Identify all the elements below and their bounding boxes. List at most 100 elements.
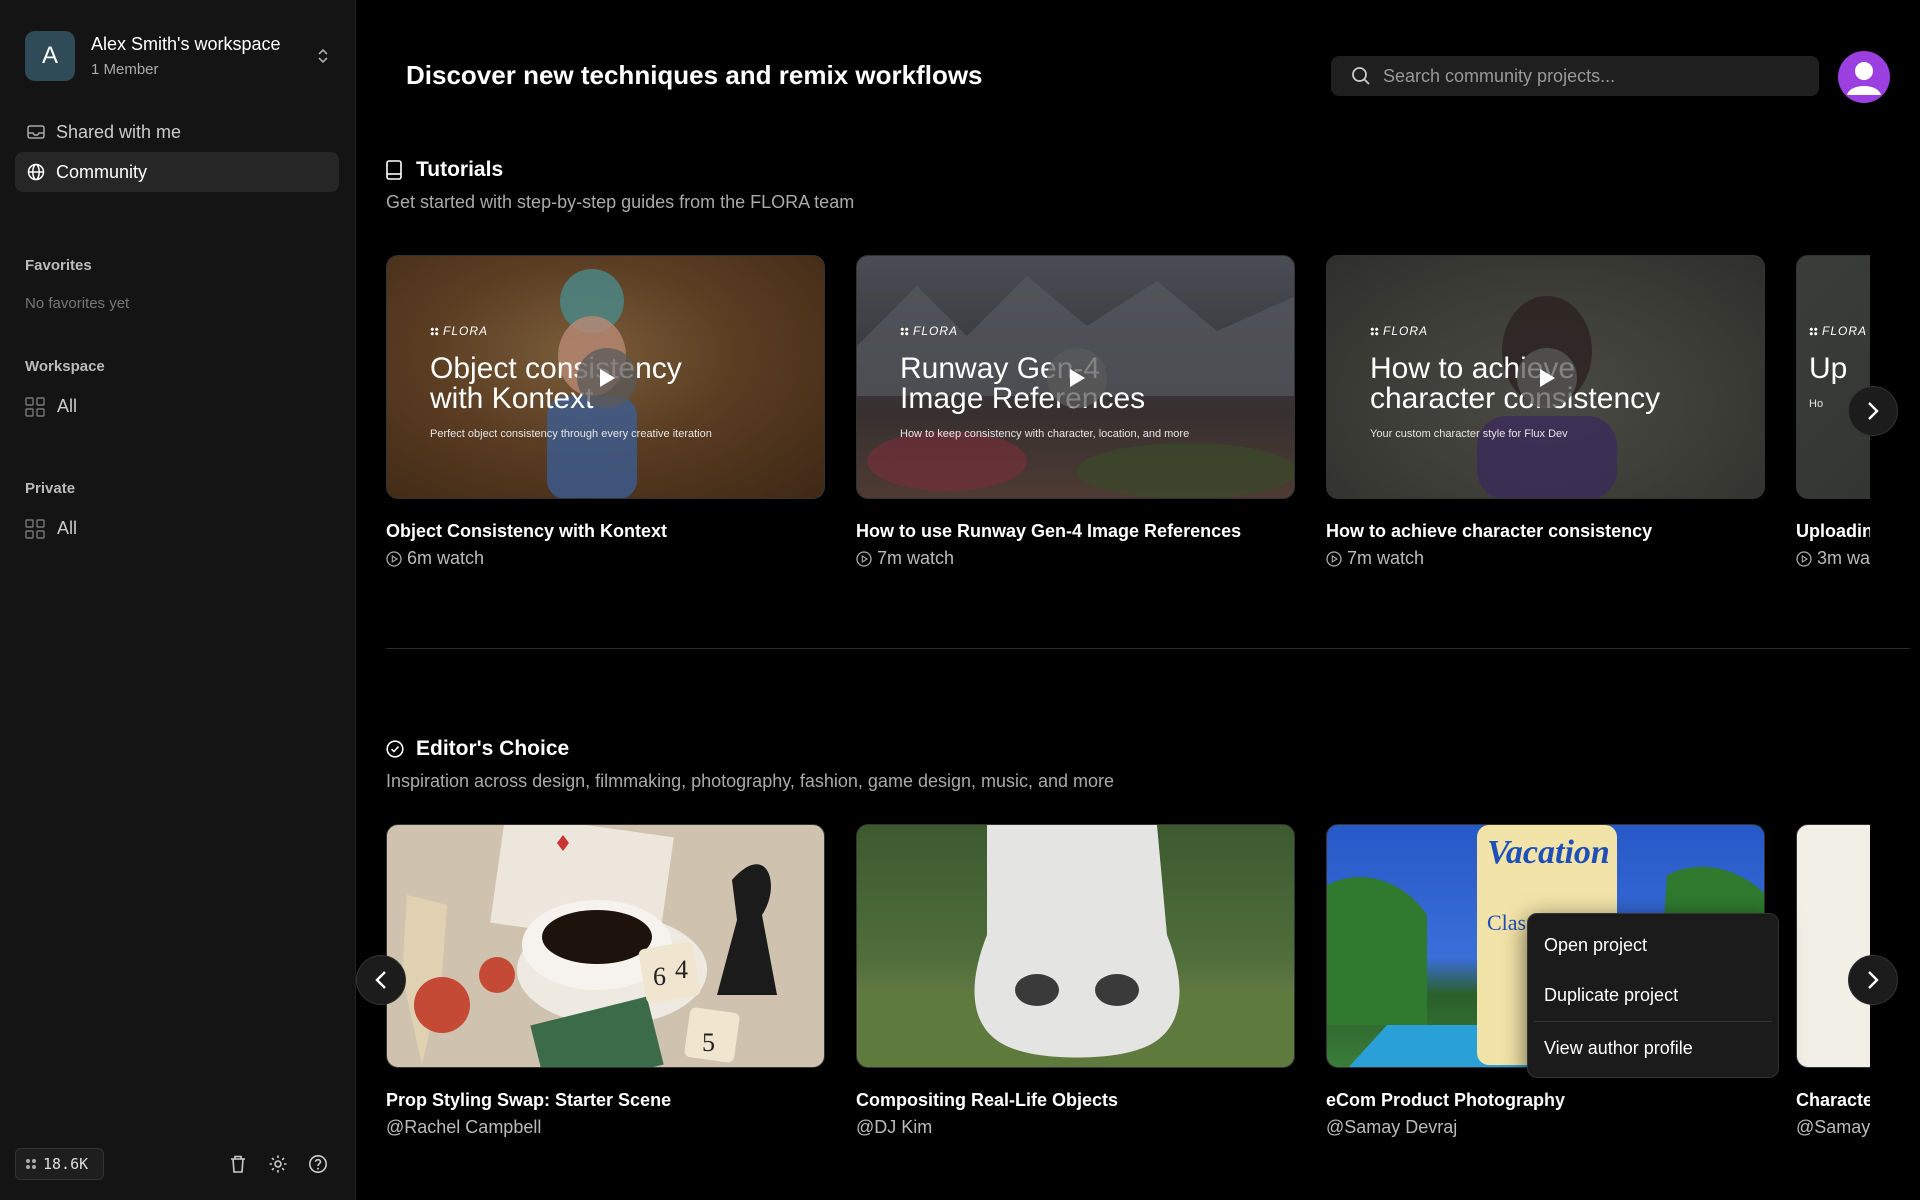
trash-icon[interactable] xyxy=(226,1152,250,1176)
project-card[interactable]: Compositing Real-Life Objects @DJ Kim xyxy=(856,824,1295,1138)
gear-icon[interactable] xyxy=(266,1152,290,1176)
card-author[interactable]: @Rachel Campbell xyxy=(386,1117,825,1138)
card-title[interactable]: Compositing Real-Life Objects xyxy=(856,1090,1295,1111)
carousel-prev-button[interactable] xyxy=(356,955,406,1005)
credits-value: 18.6K xyxy=(43,1155,89,1173)
workspace-all-label: All xyxy=(57,396,78,416)
play-circle-icon xyxy=(1326,550,1342,567)
workspace-avatar: A xyxy=(25,31,75,81)
carousel-next-button[interactable] xyxy=(1848,386,1898,436)
chevron-up-down-icon[interactable] xyxy=(315,44,331,68)
project-thumbnail[interactable] xyxy=(856,824,1295,1068)
thumbnail-subline: Perfect object consistency through every… xyxy=(430,428,712,440)
private-all[interactable]: All xyxy=(25,518,77,539)
menu-view-author-profile[interactable]: View author profile xyxy=(1528,1023,1778,1073)
tutorial-card[interactable]: FLORA Runway Gen-4 Image References How t… xyxy=(856,255,1295,569)
tutorials-carousel: FLORA Object consistency with Kontext Per… xyxy=(386,255,1870,575)
flora-brand: FLORA xyxy=(430,324,712,338)
user-avatar[interactable] xyxy=(1838,51,1890,103)
project-thumbnail[interactable] xyxy=(1796,824,1870,1068)
chevron-left-icon xyxy=(375,971,386,989)
grid-icon xyxy=(25,396,45,417)
carousel-next-button[interactable] xyxy=(1848,955,1898,1005)
card-title[interactable]: Object Consistency with Kontext xyxy=(386,521,825,542)
grid-icon xyxy=(25,518,45,539)
book-icon xyxy=(386,160,404,180)
sidebar: A Alex Smith's workspace 1 Member Shared… xyxy=(0,0,356,1200)
search-icon xyxy=(1352,67,1370,85)
menu-duplicate-project[interactable]: Duplicate project xyxy=(1528,970,1778,1020)
dice-face: 5 xyxy=(702,1028,715,1057)
thumbnail-subline: Your custom character style for Flux Dev xyxy=(1370,428,1568,440)
card-author[interactable]: @Samay xyxy=(1796,1117,1870,1138)
thumbnail-headline: Object consistency with Kontext xyxy=(430,352,682,415)
play-icon[interactable] xyxy=(1047,348,1107,408)
search-input[interactable] xyxy=(1383,65,1803,87)
nav-community[interactable]: Community xyxy=(15,152,339,192)
play-icon[interactable] xyxy=(577,348,637,408)
workspace-all[interactable]: All xyxy=(25,396,77,417)
tutorials-title-text: Tutorials xyxy=(416,158,504,181)
tutorial-thumbnail[interactable]: FLORA Up Ho xyxy=(1796,255,1870,499)
favorites-label: Favorites xyxy=(25,257,92,274)
play-circle-icon xyxy=(386,550,402,567)
section-divider xyxy=(386,648,1910,649)
menu-open-project[interactable]: Open project xyxy=(1528,920,1778,970)
thumbnail-headline: Runway Gen-4 Image References xyxy=(900,352,1146,415)
card-author[interactable]: @Samay Devraj xyxy=(1326,1117,1765,1138)
globe-icon xyxy=(26,162,46,182)
workspace-name: Alex Smith's workspace xyxy=(91,34,281,54)
play-circle-icon xyxy=(856,550,872,567)
card-title[interactable]: How to achieve character consistency xyxy=(1326,521,1765,542)
tutorial-card[interactable]: FLORA How to achieve character consistenc… xyxy=(1326,255,1765,569)
chevron-right-icon xyxy=(1868,971,1879,989)
help-icon[interactable] xyxy=(306,1152,330,1176)
workspace-switcher[interactable]: A Alex Smith's workspace 1 Member xyxy=(25,30,331,82)
editors-choice-title-text: Editor's Choice xyxy=(416,737,570,760)
card-title[interactable]: Prop Styling Swap: Starter Scene xyxy=(386,1090,825,1111)
favorites-empty: No favorites yet xyxy=(25,295,130,312)
dice-face: 4 xyxy=(675,955,688,984)
tutorial-thumbnail[interactable]: FLORA Object consistency with Kontext Per… xyxy=(386,255,825,499)
editors-choice-subtitle: Inspiration across design, filmmaking, p… xyxy=(386,771,1115,791)
thumbnail-subline: How to keep consistency with character, … xyxy=(900,428,1190,440)
tutorials-subtitle: Get started with step-by-step guides fro… xyxy=(386,192,855,212)
inbox-icon xyxy=(26,122,46,142)
product-brand-text: Vacation xyxy=(1487,834,1610,871)
card-title[interactable]: Uploading xyxy=(1796,521,1870,542)
check-badge-icon xyxy=(386,739,404,759)
editors-choice-title: Editor's Choice xyxy=(386,737,569,761)
workspace-label: Workspace xyxy=(25,358,105,375)
project-thumbnail[interactable]: 6 4 5 xyxy=(386,824,825,1068)
nav-label: Shared with me xyxy=(56,121,182,142)
card-duration: 3m wa xyxy=(1796,548,1870,569)
flora-brand: FLORA xyxy=(900,324,1189,338)
tutorial-card[interactable]: FLORA Object consistency with Kontext Per… xyxy=(386,255,825,569)
card-duration: 7m watch xyxy=(856,548,1295,569)
dice-face: 6 xyxy=(653,962,666,991)
card-duration: 7m watch xyxy=(1326,548,1765,569)
thumbnail-headline: How to achieve character consistency xyxy=(1370,352,1661,415)
project-card[interactable]: 6 4 5 Prop Styling Swap: Starter Scene @… xyxy=(386,824,825,1138)
project-context-menu: Open project Duplicate project View auth… xyxy=(1527,913,1779,1078)
private-all-label: All xyxy=(57,518,78,538)
card-title[interactable]: eCom Product Photography xyxy=(1326,1090,1765,1111)
credits-badge[interactable]: 18.6K xyxy=(15,1148,104,1180)
menu-divider xyxy=(1534,1021,1772,1022)
card-author[interactable]: @DJ Kim xyxy=(856,1117,1295,1138)
card-title[interactable]: Character xyxy=(1796,1090,1870,1111)
flora-brand: FLORA xyxy=(1370,324,1660,338)
page-title: Discover new techniques and remix workfl… xyxy=(406,60,983,90)
thumbnail-headline: Up xyxy=(1809,352,1848,385)
card-duration: 6m watch xyxy=(386,548,825,569)
tutorial-thumbnail[interactable]: FLORA Runway Gen-4 Image References How t… xyxy=(856,255,1295,499)
card-title[interactable]: How to use Runway Gen-4 Image References xyxy=(856,521,1295,542)
chevron-right-icon xyxy=(1868,402,1879,420)
search-bar[interactable] xyxy=(1331,56,1819,96)
nav-shared-with-me[interactable]: Shared with me xyxy=(15,112,339,152)
tutorial-thumbnail[interactable]: FLORA How to achieve character consistenc… xyxy=(1326,255,1765,499)
play-circle-icon xyxy=(1796,550,1812,567)
play-icon[interactable] xyxy=(1517,348,1577,408)
flora-logo-icon xyxy=(26,1159,36,1169)
flora-brand: FLORA xyxy=(1809,324,1867,338)
